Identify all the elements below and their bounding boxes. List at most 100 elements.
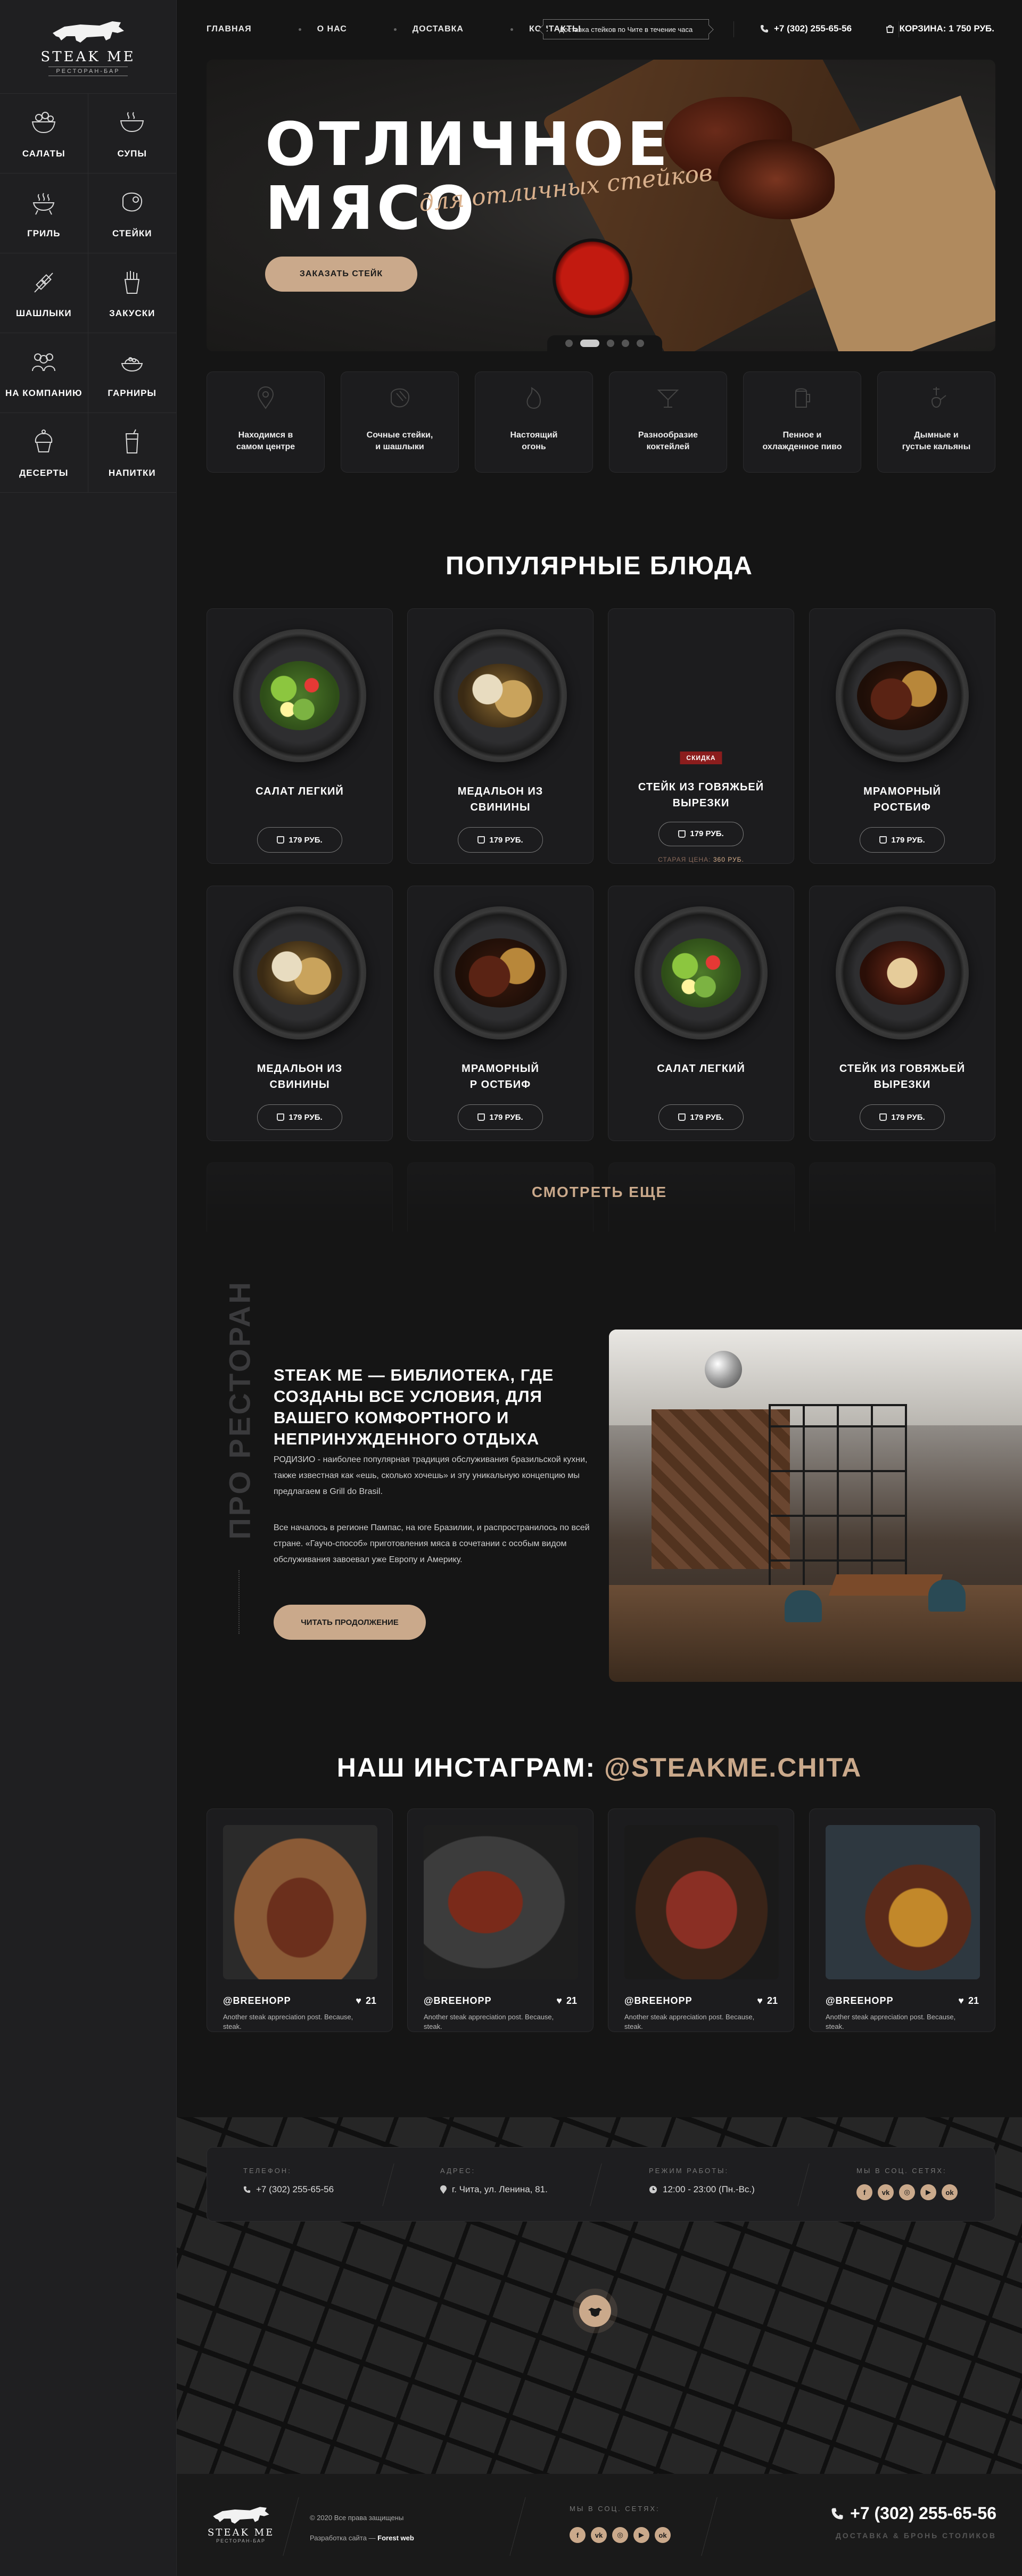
add-to-cart-button[interactable]: 179 РУБ. (257, 1104, 342, 1130)
instagram-post[interactable]: @BREEHOPP ♥ 21 Another steak appreciation p… (809, 1809, 995, 2032)
feature-card: Разнообразие коктейлей (609, 371, 727, 473)
add-to-cart-button[interactable]: 179 РУБ. (658, 821, 744, 846)
footer-brand-sub: РЕСТОРАН-БАР (216, 2538, 266, 2544)
fries-icon (125, 270, 140, 294)
nav-cart[interactable]: КОРЗИНА: 1 750 РУБ. (886, 23, 994, 34)
dish-price: 179 РУБ. (289, 835, 323, 845)
post-user: @BREEHOPP (424, 1995, 492, 2006)
contact-label: РЕЖИМ РАБОТЫ: (649, 2167, 729, 2175)
about-side-label: ПРО РЕСТОРАН (223, 1280, 257, 1634)
nav-link-home[interactable]: ГЛАВНАЯ (207, 24, 252, 34)
youtube-icon[interactable]: ▶ (633, 2527, 649, 2543)
slider-dot[interactable] (637, 340, 644, 347)
slider-dot[interactable] (607, 340, 614, 347)
map-pin-icon[interactable] (579, 2295, 611, 2327)
cocktail-icon (657, 390, 679, 408)
phone-icon (761, 25, 768, 32)
footer-logo[interactable]: STEAK ME РЕСТОРАН-БАР (208, 2504, 274, 2544)
feature-label: Пенное и охлажденное пиво (762, 431, 842, 451)
facebook-icon[interactable]: f (570, 2527, 586, 2543)
sidebar-item-skewers[interactable]: ШАШЛЫКИ (0, 253, 88, 333)
sauce-bowl-image (553, 238, 632, 318)
feature-card: Настоящий огонь (475, 371, 593, 473)
group-icon (32, 353, 56, 371)
contact-phone: ТЕЛЕФОН: +7 (302) 255-65-56 (243, 2167, 334, 2195)
sidebar-item-group[interactable]: НА КОМПАНИЮ (0, 333, 88, 413)
dish-card[interactable]: САЛАТ ЛЕГКИЙ 179 РУБ. (608, 886, 794, 1141)
dish-card[interactable]: МРАМОРНЫЙ РОСТБИФ 179 РУБ. (809, 608, 995, 864)
developer-label: Разработка сайта — (310, 2534, 376, 2542)
nav-separator (298, 28, 301, 31)
post-text: Another steak appreciation post. Because… (826, 2013, 956, 2030)
dish-card[interactable]: МЕДАЛЬОН ИЗ СВИНИНЫ 179 РУБ. (207, 886, 393, 1141)
features-row: Находимся в самом центре Сочные стейки, … (207, 371, 995, 473)
cart-icon (886, 25, 894, 33)
nav-phone[interactable]: +7 (302) 255-65-56 (760, 23, 852, 34)
contact-hours-text: 12:00 - 23:00 (Пн.-Вс.) (663, 2184, 755, 2194)
contact-phone-value[interactable]: +7 (302) 255-65-56 (243, 2184, 334, 2195)
contact-phone-text: +7 (302) 255-65-56 (256, 2184, 334, 2194)
order-steak-button[interactable]: ЗАКАЗАТЬ СТЕЙК (265, 257, 417, 292)
dotted-line (238, 1570, 240, 1634)
add-to-cart-button[interactable]: 179 РУБ. (257, 827, 342, 853)
phone-icon (243, 2186, 251, 2193)
add-to-cart-button[interactable]: 179 РУБ. (860, 1104, 945, 1130)
odnoklassniki-icon[interactable]: ok (655, 2527, 671, 2543)
slider-dot[interactable] (580, 340, 599, 347)
instagram-post[interactable]: @BREEHOPP ♥ 21 Another steak appreciation p… (207, 1809, 393, 2032)
facebook-icon[interactable]: f (856, 2184, 872, 2200)
nav-link-about[interactable]: О НАС (317, 24, 347, 34)
sidebar-item-label: ЗАКУСКИ (109, 308, 155, 318)
instagram-post[interactable]: @BREEHOPP ♥ 21 Another steak appreciation p… (407, 1809, 594, 2032)
dish-name: САЛАТ ЛЕГКИЙ (657, 1063, 745, 1075)
nav-phone-text: +7 (302) 255-65-56 (774, 23, 852, 34)
add-to-cart-button[interactable]: 179 РУБ. (458, 827, 543, 853)
sidebar-item-drinks[interactable]: НАПИТКИ (88, 413, 176, 493)
soup-icon (120, 111, 144, 132)
dish-card[interactable]: МЕДАЛЬОН ИЗ СВИНИНЫ 179 РУБ. (407, 608, 594, 864)
add-to-cart-button[interactable]: 179 РУБ. (860, 827, 945, 853)
likes-count: 21 (767, 1995, 778, 2006)
dish-card[interactable]: СКИДКА СТЕЙК ИЗ ГОВЯЖЬЕЙ ВЫРЕЗКИ 179 РУБ. С… (608, 608, 794, 864)
vk-icon[interactable]: vk (591, 2527, 607, 2543)
post-image (223, 1825, 377, 1979)
dish-price: 179 РУБ. (891, 835, 925, 845)
feature-label: Разнообразие коктейлей (638, 431, 698, 451)
vk-icon[interactable]: vk (878, 2184, 894, 2200)
logo[interactable]: STEAK ME РЕСТОРАН-БАР (0, 0, 176, 94)
instagram-icon[interactable]: ◎ (612, 2527, 628, 2543)
nav-separator (393, 28, 397, 31)
instagram-post[interactable]: @BREEHOPP ♥ 21 Another steak appreciation p… (608, 1809, 794, 2032)
youtube-icon[interactable]: ▶ (920, 2184, 936, 2200)
dish-card[interactable]: САЛАТ ЛЕГКИЙ 179 РУБ. (207, 608, 393, 864)
instagram-handle[interactable]: @STEAKME.CHITA (604, 1753, 862, 1782)
see-more-link[interactable]: СМОТРЕТЬ ЕЩЕ (177, 1184, 1022, 1201)
dish-card[interactable]: МРАМОРНЫЙ Р ОСТБИФ 179 РУБ. (407, 886, 594, 1141)
footer-phone[interactable]: +7 (302) 255-65-56 (831, 2504, 996, 2523)
cart-icon (277, 1113, 285, 1121)
slider-dot[interactable] (622, 340, 629, 347)
slider-dot[interactable] (565, 340, 573, 347)
developer-credit[interactable]: Разработка сайта — Forest web (310, 2528, 414, 2548)
side-dish-icon (121, 357, 143, 371)
nav-link-delivery[interactable]: ДОСТАВКА (413, 24, 464, 34)
sidebar-item-salads[interactable]: САЛАТЫ (0, 94, 88, 174)
contact-label: МЫ В СОЦ. СЕТЯХ: (856, 2167, 947, 2175)
add-to-cart-button[interactable]: 179 РУБ. (458, 1104, 543, 1130)
sidebar-item-desserts[interactable]: ДЕСЕРТЫ (0, 413, 88, 493)
odnoklassniki-icon[interactable]: ok (942, 2184, 958, 2200)
post-image (624, 1825, 779, 1979)
sidebar-item-snacks[interactable]: ЗАКУСКИ (88, 253, 176, 333)
sidebar-item-steaks[interactable]: СТЕЙКИ (88, 174, 176, 253)
instagram-title-text: НАШ ИНСТАГРАМ: (336, 1753, 596, 1782)
sidebar-item-soups[interactable]: СУПЫ (88, 94, 176, 174)
phone-icon (831, 2508, 843, 2519)
read-more-button[interactable]: ЧИТАТЬ ПРОДОЛЖЕНИЕ (274, 1605, 426, 1640)
add-to-cart-button[interactable]: 179 РУБ. (658, 1104, 744, 1130)
dish-card[interactable]: СТЕЙК ИЗ ГОВЯЖЬЕЙ ВЫРЕЗКИ 179 РУБ. (809, 886, 995, 1141)
instagram-icon[interactable]: ◎ (899, 2184, 915, 2200)
sidebar-item-grill[interactable]: ГРИЛЬ (0, 174, 88, 253)
sidebar-item-sides[interactable]: ГАРНИРЫ (88, 333, 176, 413)
dish-name: МЕДАЛЬОН ИЗ СВИНИНЫ (257, 1063, 343, 1091)
bull-icon (588, 2308, 602, 2317)
